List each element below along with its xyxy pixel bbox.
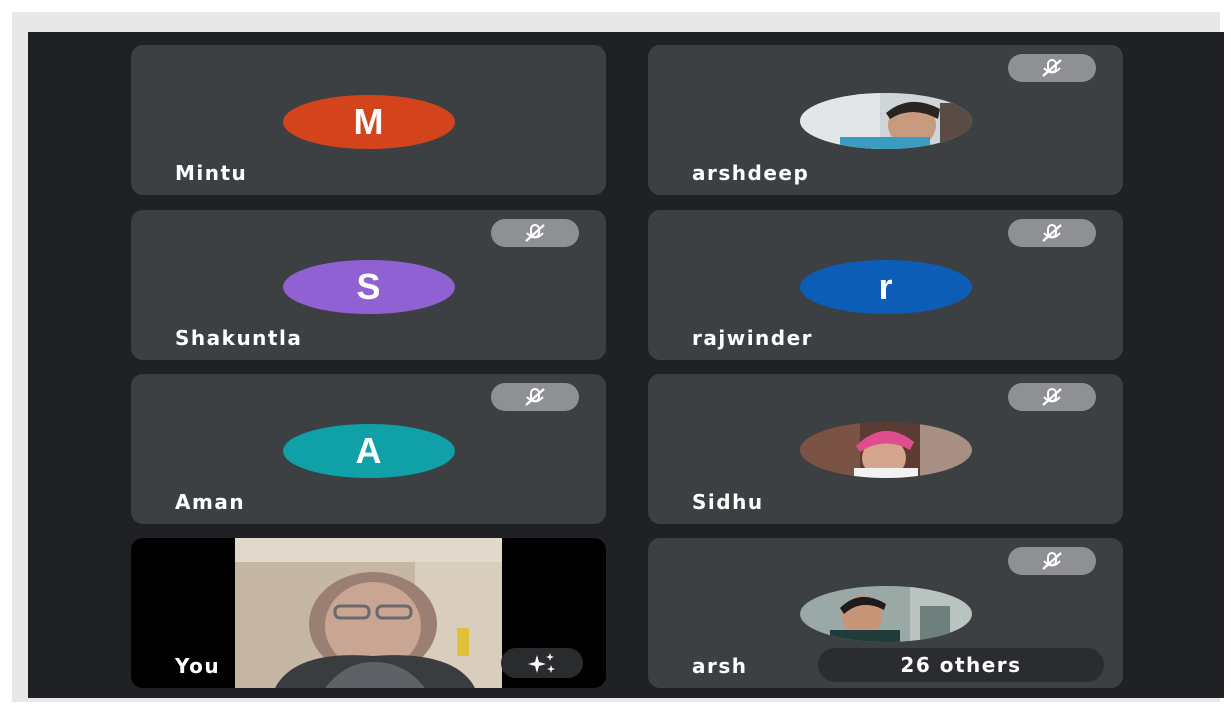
participant-name: Sidhu	[692, 490, 764, 514]
participant-tile-you[interactable]: You	[131, 538, 606, 688]
participant-name: Aman	[175, 490, 246, 514]
mic-off-icon	[525, 388, 545, 406]
avatar	[799, 422, 972, 478]
participant-tile-aman[interactable]: A Aman	[131, 374, 606, 524]
participant-tile-arsh[interactable]: arsh 26 others	[648, 538, 1123, 688]
profile-photo	[799, 586, 972, 642]
participant-tile-arshdeep[interactable]: arshdeep	[648, 45, 1123, 195]
participant-name: rajwinder	[692, 326, 814, 350]
mute-badge	[1008, 219, 1096, 247]
participant-name: Mintu	[175, 161, 248, 185]
avatar	[799, 93, 972, 149]
avatar-initial: r	[878, 266, 893, 307]
mic-off-icon	[1042, 224, 1062, 242]
visual-effects-button[interactable]	[501, 648, 583, 678]
self-video	[235, 538, 502, 688]
avatar: A	[282, 424, 455, 478]
self-video-feed	[235, 538, 502, 688]
profile-photo	[799, 93, 972, 149]
participant-name: You	[175, 654, 221, 678]
participant-tile-sidhu[interactable]: Sidhu	[648, 374, 1123, 524]
avatar	[799, 586, 972, 642]
participant-name: Shakuntla	[175, 326, 303, 350]
mic-off-icon	[1042, 552, 1062, 570]
participant-tile-shakuntla[interactable]: S Shakuntla	[131, 210, 606, 360]
avatar: r	[799, 260, 972, 314]
mic-off-icon	[525, 224, 545, 242]
mute-badge	[1008, 383, 1096, 411]
mute-badge	[491, 219, 579, 247]
mute-badge	[1008, 547, 1096, 575]
participant-tile-mintu[interactable]: M Mintu	[131, 45, 606, 195]
mic-off-icon	[1042, 388, 1062, 406]
avatar-initial: S	[356, 266, 381, 307]
avatar: M	[282, 95, 455, 149]
avatar-initial: M	[353, 101, 384, 142]
others-overflow-button[interactable]: 26 others	[818, 648, 1104, 682]
mic-off-icon	[1042, 59, 1062, 77]
participant-name: arshdeep	[692, 161, 810, 185]
profile-photo	[799, 422, 972, 478]
mute-badge	[1008, 54, 1096, 82]
avatar: S	[282, 260, 455, 314]
participant-tile-rajwinder[interactable]: r rajwinder	[648, 210, 1123, 360]
avatar-initial: A	[355, 430, 382, 471]
mute-badge	[491, 383, 579, 411]
participant-name: arsh	[692, 654, 748, 678]
sparkle-effects-icon	[528, 653, 555, 673]
